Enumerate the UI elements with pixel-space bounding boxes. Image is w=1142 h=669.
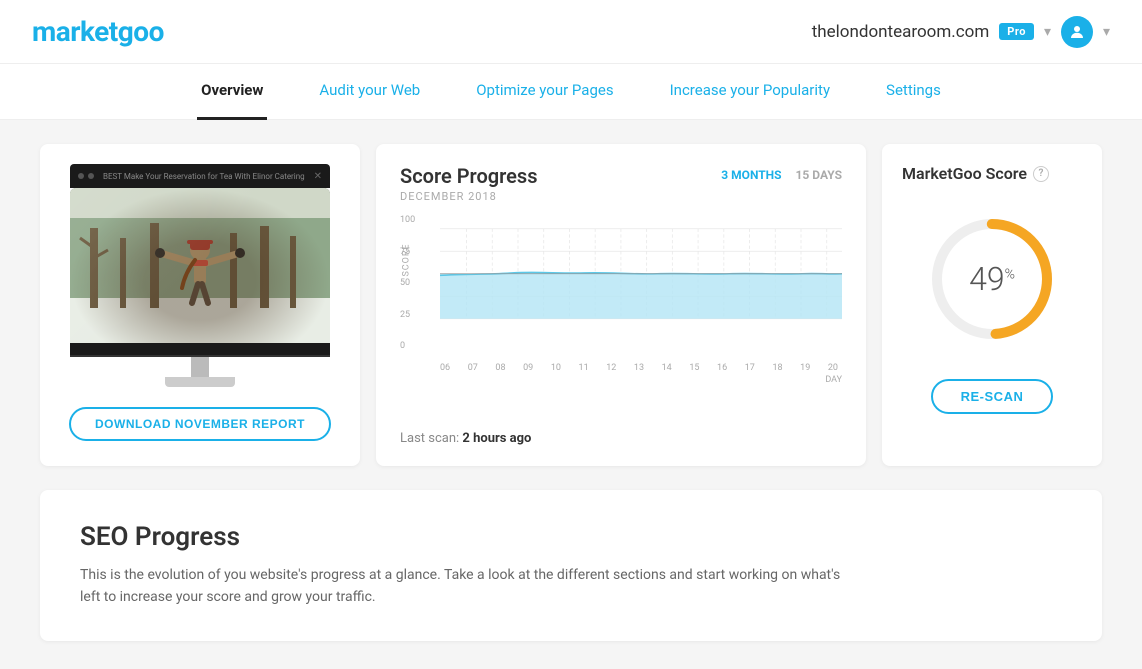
score-month: DECEMBER 2018 xyxy=(400,190,538,203)
x-label-18: 18 xyxy=(772,363,782,373)
preview-svg xyxy=(70,188,330,343)
y-label-75: 75 xyxy=(400,247,415,257)
user-chevron-icon[interactable]: ▾ xyxy=(1103,24,1110,40)
rescan-button[interactable]: RE-SCAN xyxy=(931,379,1054,414)
monitor-base xyxy=(165,377,235,387)
y-label-50: 50 xyxy=(400,278,415,288)
y-label-25: 25 xyxy=(400,310,415,320)
x-label-19: 19 xyxy=(800,363,810,373)
x-label-11: 11 xyxy=(579,363,589,373)
info-icon[interactable]: ? xyxy=(1033,166,1049,182)
chevron-down-icon[interactable]: ▾ xyxy=(1044,24,1051,40)
x-label-15: 15 xyxy=(689,363,699,373)
monitor-bar: BEST Make Your Reservation for Tea With … xyxy=(70,164,330,188)
seo-progress-description: This is the evolution of you website's p… xyxy=(80,564,860,609)
monitor-neck xyxy=(191,357,209,377)
x-label-14: 14 xyxy=(662,363,672,373)
website-preview-image xyxy=(70,188,330,343)
y-label-100: 100 xyxy=(400,215,415,225)
period-15days-button[interactable]: 15 DAYS xyxy=(796,168,842,182)
nav-item-optimize[interactable]: Optimize your Pages xyxy=(472,64,617,120)
main-nav: Overview Audit your Web Optimize your Pa… xyxy=(0,64,1142,120)
score-value: 49% xyxy=(969,260,1015,298)
monitor-bezel xyxy=(70,343,330,357)
y-label-0: 0 xyxy=(400,341,415,351)
last-scan-prefix: Last scan: xyxy=(400,431,462,446)
period-3months-button[interactable]: 3 MONTHS xyxy=(721,168,781,182)
pro-badge: Pro xyxy=(999,23,1034,40)
x-axis-label: DAY xyxy=(440,375,842,385)
score-chart-svg xyxy=(440,215,842,355)
x-label-10: 10 xyxy=(551,363,561,373)
marketgoo-score-card: MarketGoo Score ? 49% RE-SCAN xyxy=(882,144,1102,466)
monitor-close-icon: ✕ xyxy=(314,171,322,182)
x-label-17: 17 xyxy=(745,363,755,373)
x-label-09: 09 xyxy=(523,363,533,373)
seo-progress-title: SEO Progress xyxy=(80,522,1062,552)
preview-card: BEST Make Your Reservation for Tea With … xyxy=(40,144,360,466)
x-label-13: 13 xyxy=(634,363,644,373)
nav-item-audit[interactable]: Audit your Web xyxy=(315,64,424,120)
score-progress-title: Score Progress xyxy=(400,164,538,188)
monitor-dot-1 xyxy=(78,173,84,179)
nav-item-popularity[interactable]: Increase your Popularity xyxy=(666,64,834,120)
nav-item-overview[interactable]: Overview xyxy=(197,64,267,120)
monitor-screen xyxy=(70,188,330,343)
main-content: BEST Make Your Reservation for Tea With … xyxy=(0,120,1142,665)
last-scan: Last scan: 2 hours ago xyxy=(400,431,842,446)
download-report-button[interactable]: DOWNLOAD NOVEMBER REPORT xyxy=(69,407,331,441)
x-label-06: 06 xyxy=(440,363,450,373)
score-donut: 49% xyxy=(922,209,1062,349)
x-label-20: 20 xyxy=(828,363,838,373)
seo-progress-card: SEO Progress This is the evolution of yo… xyxy=(40,490,1102,641)
avatar[interactable] xyxy=(1061,16,1093,48)
x-label-07: 07 xyxy=(468,363,478,373)
monitor-title-bar: BEST Make Your Reservation for Tea With … xyxy=(98,172,310,181)
header-right: thelondontearoom.com Pro ▾ ▾ xyxy=(812,16,1110,48)
logo: marketgoo xyxy=(32,15,164,48)
monitor-wrap: BEST Make Your Reservation for Tea With … xyxy=(70,164,330,387)
score-progress-card: Score Progress DECEMBER 2018 3 MONTHS 15… xyxy=(376,144,866,466)
x-label-12: 12 xyxy=(606,363,616,373)
user-icon xyxy=(1068,23,1086,41)
header: marketgoo thelondontearoom.com Pro ▾ ▾ xyxy=(0,0,1142,64)
marketgoo-score-title: MarketGoo Score ? xyxy=(902,164,1049,183)
x-label-16: 16 xyxy=(717,363,727,373)
last-scan-time: 2 hours ago xyxy=(462,431,531,446)
monitor-dot-2 xyxy=(88,173,94,179)
nav-item-settings[interactable]: Settings xyxy=(882,64,945,120)
x-label-08: 08 xyxy=(495,363,505,373)
monitor-stand xyxy=(70,357,330,387)
cards-row: BEST Make Your Reservation for Tea With … xyxy=(40,144,1102,466)
domain-name: thelondontearoom.com xyxy=(812,22,990,42)
